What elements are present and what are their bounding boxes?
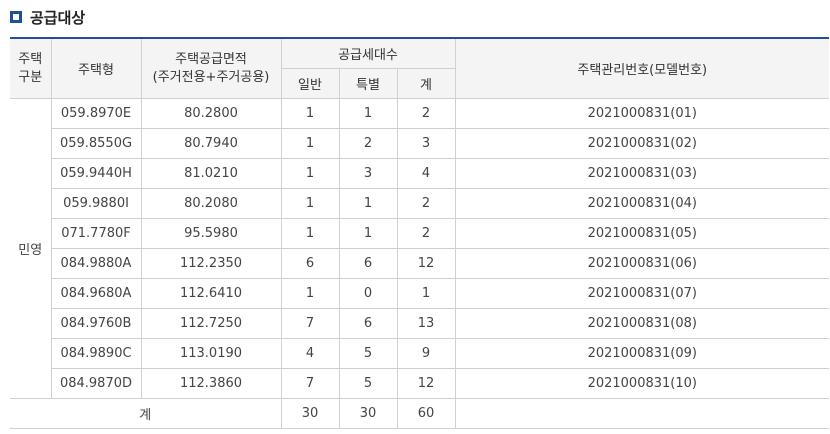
header-general: 일반 bbox=[280, 68, 340, 99]
special-cell: 6 bbox=[338, 308, 398, 339]
header-house-category-line1: 주택 bbox=[18, 51, 43, 67]
header-house-type: 주택형 bbox=[50, 37, 142, 99]
area-cell: 112.6410 bbox=[140, 278, 282, 309]
general-cell: 1 bbox=[280, 218, 340, 249]
total-cell: 2 bbox=[396, 98, 456, 129]
management-no-cell: 2021000831(08) bbox=[454, 308, 830, 339]
total-cell: 2 bbox=[396, 188, 456, 219]
table-row: 059.9880I 80.2080 1 1 2 2021000831(04) bbox=[10, 188, 830, 219]
house-type-cell: 071.7780F bbox=[50, 218, 142, 249]
special-cell: 3 bbox=[338, 158, 398, 189]
special-cell: 1 bbox=[338, 218, 398, 249]
special-cell: 6 bbox=[338, 248, 398, 279]
general-cell: 1 bbox=[280, 98, 340, 129]
general-cell: 1 bbox=[280, 158, 340, 189]
area-cell: 80.7940 bbox=[140, 128, 282, 159]
house-type-cell: 084.9680A bbox=[50, 278, 142, 309]
area-cell: 81.0210 bbox=[140, 158, 282, 189]
area-cell: 95.5980 bbox=[140, 218, 282, 249]
area-cell: 113.0190 bbox=[140, 338, 282, 369]
header-supply-area-line2: (주거전용+주거공용) bbox=[152, 69, 270, 85]
header-management-no: 주택관리번호(모델번호) bbox=[454, 37, 830, 99]
management-no-cell: 2021000831(01) bbox=[454, 98, 830, 129]
table-row: 071.7780F 95.5980 1 1 2 2021000831(05) bbox=[10, 218, 830, 249]
special-cell: 1 bbox=[338, 188, 398, 219]
general-cell: 1 bbox=[280, 278, 340, 309]
total-cell: 12 bbox=[396, 248, 456, 279]
table-row: 084.9880A 112.2350 6 6 12 2021000831(06) bbox=[10, 248, 830, 279]
special-cell: 0 bbox=[338, 278, 398, 309]
management-no-cell: 2021000831(05) bbox=[454, 218, 830, 249]
header-row: 주택 구분 주택형 주택공급면적 (주거전용+주거공용) 공급세대수 주택관리번… bbox=[10, 37, 830, 99]
house-type-cell: 084.9870D bbox=[50, 368, 142, 399]
house-type-cell: 084.9880A bbox=[50, 248, 142, 279]
management-no-cell: 2021000831(04) bbox=[454, 188, 830, 219]
general-cell: 7 bbox=[280, 308, 340, 339]
total-cell: 4 bbox=[396, 158, 456, 189]
special-cell: 1 bbox=[338, 98, 398, 129]
header-supply-area: 주택공급면적 (주거전용+주거공용) bbox=[140, 37, 282, 99]
header-house-category-line2: 구분 bbox=[18, 69, 43, 85]
header-house-category: 주택 구분 bbox=[10, 37, 52, 99]
house-type-cell: 059.8970E bbox=[50, 98, 142, 129]
management-no-cell: 2021000831(07) bbox=[454, 278, 830, 309]
area-cell: 112.7250 bbox=[140, 308, 282, 339]
totals-total: 60 bbox=[396, 398, 456, 429]
totals-special: 30 bbox=[338, 398, 398, 429]
area-cell: 80.2080 bbox=[140, 188, 282, 219]
section-header: 공급대상 bbox=[10, 4, 85, 30]
special-cell: 2 bbox=[338, 128, 398, 159]
management-no-cell: 2021000831(03) bbox=[454, 158, 830, 189]
management-no-cell: 2021000831(02) bbox=[454, 128, 830, 159]
house-type-cell: 059.9440H bbox=[50, 158, 142, 189]
general-cell: 6 bbox=[280, 248, 340, 279]
header-supply-area-line1: 주택공급면적 bbox=[175, 51, 247, 67]
management-no-cell: 2021000831(06) bbox=[454, 248, 830, 279]
total-cell: 3 bbox=[396, 128, 456, 159]
total-cell: 9 bbox=[396, 338, 456, 369]
house-type-cell: 084.9890C bbox=[50, 338, 142, 369]
total-cell: 1 bbox=[396, 278, 456, 309]
table-row: 084.9890C 113.0190 4 5 9 2021000831(09) bbox=[10, 338, 830, 369]
house-type-cell: 059.9880I bbox=[50, 188, 142, 219]
totals-row: 계 30 30 60 bbox=[10, 398, 830, 429]
table-row: 059.8550G 80.7940 1 2 3 2021000831(02) bbox=[10, 128, 830, 159]
table-row: 민영 059.8970E 80.2800 1 1 2 2021000831(01… bbox=[10, 98, 830, 399]
section-title: 공급대상 bbox=[30, 8, 86, 27]
header-total: 계 bbox=[396, 68, 456, 99]
general-cell: 7 bbox=[280, 368, 340, 399]
total-cell: 12 bbox=[396, 368, 456, 399]
category-cell: 민영 bbox=[10, 98, 52, 399]
table-row: 084.9870D 112.3860 7 5 12 2021000831(10) bbox=[10, 368, 830, 399]
area-cell: 112.2350 bbox=[140, 248, 282, 279]
totals-label: 계 bbox=[10, 398, 282, 429]
total-cell: 2 bbox=[396, 218, 456, 249]
general-cell: 1 bbox=[280, 188, 340, 219]
management-no-cell: 2021000831(10) bbox=[454, 368, 830, 399]
total-cell: 13 bbox=[396, 308, 456, 339]
house-type-cell: 084.9760B bbox=[50, 308, 142, 339]
general-cell: 1 bbox=[280, 128, 340, 159]
area-cell: 80.2800 bbox=[140, 98, 282, 129]
header-supply-units: 공급세대수 bbox=[280, 37, 456, 69]
table-row: 059.9440H 81.0210 1 3 4 2021000831(03) bbox=[10, 158, 830, 189]
square-bullet-icon bbox=[10, 11, 22, 23]
totals-management-empty bbox=[454, 398, 830, 429]
table-row: 084.9680A 112.6410 1 0 1 2021000831(07) bbox=[10, 278, 830, 309]
special-cell: 5 bbox=[338, 338, 398, 369]
table-row: 084.9760B 112.7250 7 6 13 2021000831(08) bbox=[10, 308, 830, 339]
management-no-cell: 2021000831(09) bbox=[454, 338, 830, 369]
area-cell: 112.3860 bbox=[140, 368, 282, 399]
totals-general: 30 bbox=[280, 398, 340, 429]
supply-table: 주택 구분 주택형 주택공급면적 (주거전용+주거공용) 공급세대수 주택관리번… bbox=[10, 37, 830, 429]
special-cell: 5 bbox=[338, 368, 398, 399]
house-type-cell: 059.8550G bbox=[50, 128, 142, 159]
general-cell: 4 bbox=[280, 338, 340, 369]
header-special: 특별 bbox=[338, 68, 398, 99]
